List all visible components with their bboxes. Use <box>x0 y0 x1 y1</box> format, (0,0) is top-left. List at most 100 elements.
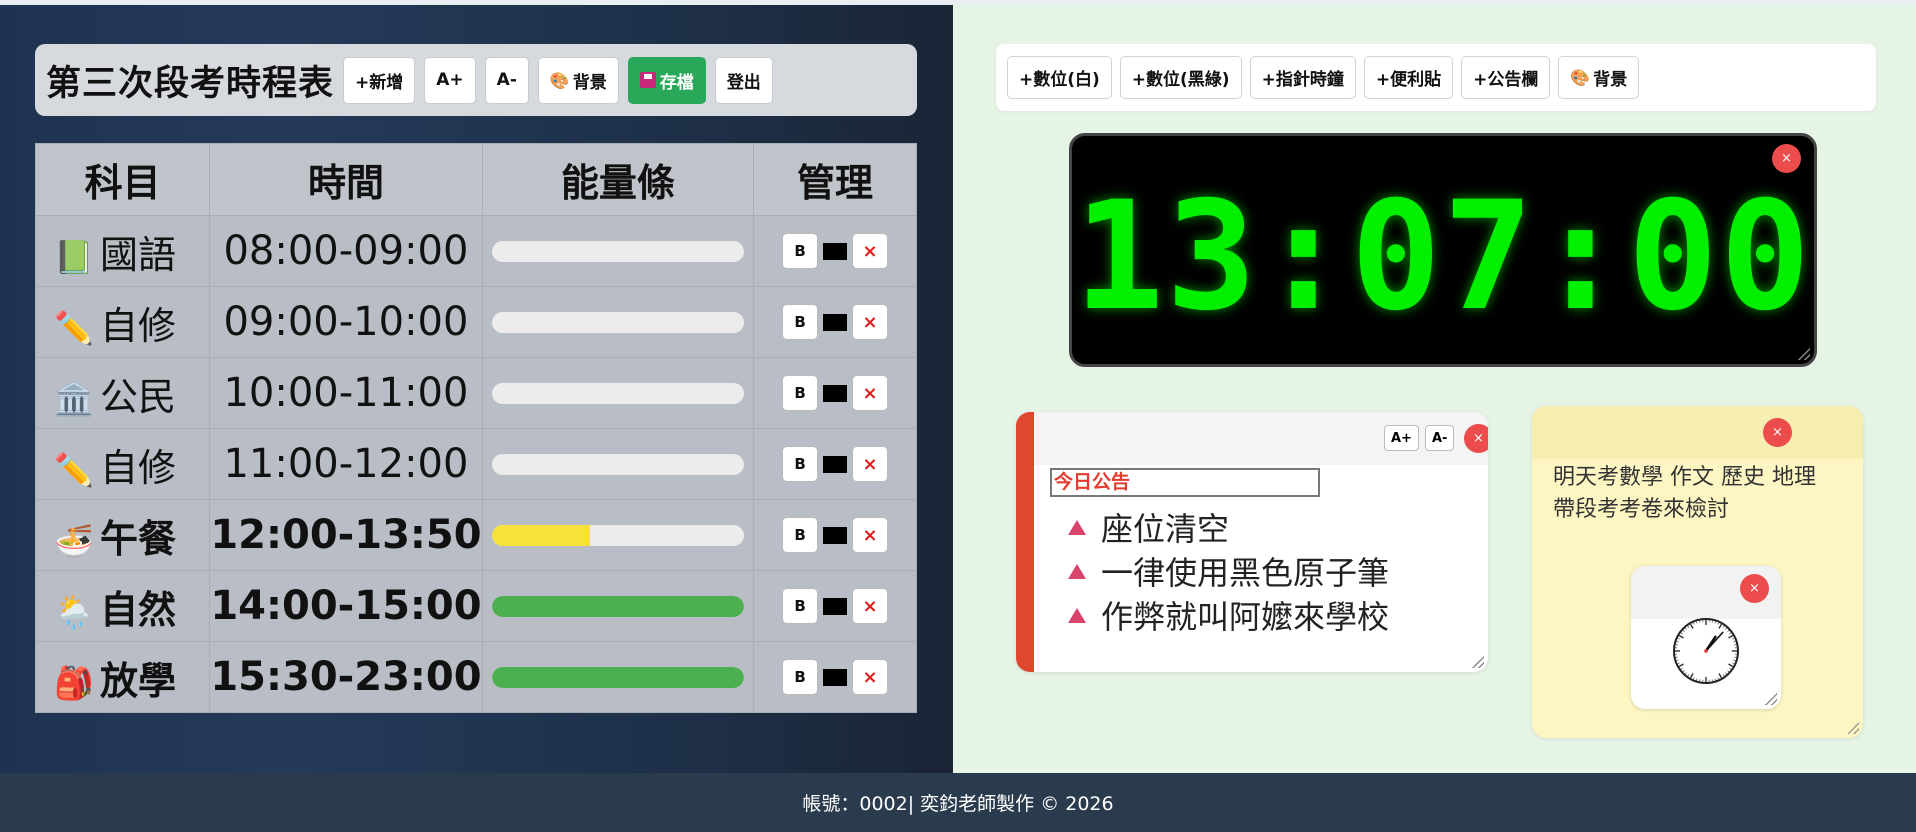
text-color-picker[interactable] <box>823 455 848 473</box>
subject-cell: 📗 國語 <box>34 215 211 287</box>
delete-row-button[interactable]: × <box>852 375 889 411</box>
add-sticky-note-button[interactable]: +便利貼 <box>1363 56 1454 99</box>
delete-row-button[interactable]: × <box>852 517 889 553</box>
schedule-pane: 第三次段考時程表 +新增 A+ A- 🎨 背景 存檔 登出 科目 時間 能量條 … <box>0 5 953 773</box>
energy-bar-track <box>491 240 745 262</box>
notice-item-text: 一律使用黑色原子筆 <box>1101 554 1390 592</box>
page-title: 第三次段考時程表 <box>46 63 335 104</box>
notice-font-decrease-button[interactable]: A- <box>1425 425 1455 451</box>
palette-icon: 🎨 <box>549 70 570 90</box>
save-button[interactable]: 存檔 <box>627 56 706 104</box>
column-header-manage: 管理 <box>753 143 917 216</box>
bold-toggle-button[interactable]: B <box>782 233 819 269</box>
energy-bar-track <box>491 382 745 404</box>
time-cell: 15:30-23:00 <box>209 641 483 713</box>
triangle-bullet-icon <box>1068 563 1086 579</box>
sticky-note-header[interactable] <box>1532 406 1863 459</box>
widgets-pane: +數位(白) +數位(黑綠) +指針時鐘 +便利貼 +公告欄 🎨 背景 13:0… <box>953 5 1916 773</box>
energy-bar-cell <box>481 357 755 429</box>
energy-bar-cell <box>481 641 755 713</box>
text-color-picker[interactable] <box>823 242 848 260</box>
digital-clock-widget[interactable]: 13:07:00 × <box>1069 133 1817 367</box>
background-button[interactable]: 🎨 背景 <box>537 56 619 104</box>
text-color-picker[interactable] <box>823 668 848 686</box>
background-button-label: 背景 <box>572 72 607 93</box>
widgets-background-button[interactable]: 🎨 背景 <box>1558 56 1640 99</box>
subject-cell: 🏛️ 公民 <box>34 357 211 429</box>
footer: 帳號：0002| 奕鈞老師製作 © 2026 <box>0 773 1916 832</box>
manage-cell: B × <box>753 641 917 713</box>
close-icon[interactable]: × <box>1772 144 1801 173</box>
text-color-picker[interactable] <box>823 384 848 402</box>
add-notice-board-button[interactable]: +公告欄 <box>1461 56 1551 99</box>
bold-toggle-button[interactable]: B <box>782 588 819 624</box>
resize-handle-icon[interactable] <box>1798 348 1810 360</box>
close-icon[interactable]: × <box>1464 424 1488 453</box>
energy-bar-cell <box>481 570 755 642</box>
add-digital-black-green-button[interactable]: +數位(黑綠) <box>1119 56 1242 99</box>
subject-name: 午餐 <box>100 516 177 561</box>
notice-font-increase-button[interactable]: A+ <box>1384 425 1419 451</box>
bold-toggle-button[interactable]: B <box>782 304 819 340</box>
resize-handle-icon[interactable] <box>1472 656 1484 668</box>
font-decrease-button[interactable]: A- <box>484 56 529 104</box>
manage-cell: B × <box>753 570 917 642</box>
delete-row-button[interactable]: × <box>852 233 889 269</box>
bold-toggle-button[interactable]: B <box>782 375 819 411</box>
text-color-picker[interactable] <box>823 313 848 331</box>
column-header-subject: 科目 <box>34 143 211 216</box>
column-header-time: 時間 <box>209 143 483 216</box>
backpack-icon: 🎒 <box>54 663 94 702</box>
bold-toggle-button[interactable]: B <box>782 659 819 695</box>
sticky-note-widget[interactable]: × 明天考數學 作文 歷史 地理 帶段考考卷來檢討 × <box>1532 406 1863 738</box>
table-row: 🌦️ 自然 14:00-15:00 B × <box>34 570 917 642</box>
notice-title-input[interactable]: 今日公告 <box>1050 468 1320 497</box>
bold-toggle-button[interactable]: B <box>782 517 819 553</box>
pencil-icon: ✏️ <box>54 450 94 489</box>
notice-board-widget[interactable]: A+ A- × 今日公告 座位清空 一律使用黑色原子筆 作弊就叫阿嬤來學校 <box>1016 412 1488 672</box>
manage-cell: B × <box>753 499 917 571</box>
close-icon[interactable]: × <box>1763 418 1792 447</box>
widgets-toolbar: +數位(白) +數位(黑綠) +指針時鐘 +便利貼 +公告欄 🎨 背景 <box>996 44 1876 111</box>
notice-board-header[interactable] <box>1034 412 1488 465</box>
energy-bar-fill <box>491 666 745 688</box>
close-icon[interactable]: × <box>1740 574 1769 603</box>
subject-cell: ✏️ 自修 <box>34 428 211 500</box>
delete-row-button[interactable]: × <box>852 588 889 624</box>
column-header-energy-bar: 能量條 <box>481 143 755 216</box>
logout-button[interactable]: 登出 <box>714 56 773 104</box>
energy-bar-fill <box>491 524 591 546</box>
list-item: 座位清空 <box>1066 505 1389 549</box>
subject-name: 公民 <box>100 374 177 419</box>
sticky-note-text[interactable]: 明天考數學 作文 歷史 地理 帶段考考卷來檢討 <box>1553 462 1853 526</box>
energy-bar-track <box>491 311 745 333</box>
resize-handle-icon[interactable] <box>1847 722 1859 734</box>
analog-clock-widget[interactable]: × <box>1631 566 1781 709</box>
energy-bar-cell <box>481 499 755 571</box>
table-header-row: 科目 時間 能量條 管理 <box>34 143 917 216</box>
font-increase-button[interactable]: A+ <box>424 56 476 104</box>
add-analog-clock-button[interactable]: +指針時鐘 <box>1249 56 1356 99</box>
save-button-label: 存檔 <box>659 72 694 93</box>
table-row: 🍜 午餐 12:00-13:50 B × <box>34 499 917 571</box>
resize-handle-icon[interactable] <box>1765 693 1777 705</box>
add-row-button[interactable]: +新增 <box>343 56 416 104</box>
text-color-picker[interactable] <box>823 526 848 544</box>
delete-row-button[interactable]: × <box>852 304 889 340</box>
subject-cell: 🎒 放學 <box>34 641 211 713</box>
triangle-bullet-icon <box>1068 607 1086 623</box>
delete-row-button[interactable]: × <box>852 446 889 482</box>
delete-row-button[interactable]: × <box>852 659 889 695</box>
time-cell: 11:00-12:00 <box>209 428 483 500</box>
green-book-icon: 📗 <box>54 237 94 276</box>
notice-list: 座位清空 一律使用黑色原子筆 作弊就叫阿嬤來學校 <box>1066 505 1389 637</box>
footer-text: 帳號：0002| 奕鈞老師製作 © 2026 <box>802 793 1114 815</box>
table-row: ✏️ 自修 09:00-10:00 B × <box>34 286 917 358</box>
list-item: 一律使用黑色原子筆 <box>1066 549 1389 593</box>
energy-bar-fill <box>491 595 745 617</box>
add-digital-white-button[interactable]: +數位(白) <box>1007 56 1112 99</box>
energy-bar-cell <box>481 215 755 287</box>
bold-toggle-button[interactable]: B <box>782 446 819 482</box>
text-color-picker[interactable] <box>823 597 848 615</box>
digital-clock-time: 13:07:00 <box>1073 170 1813 344</box>
